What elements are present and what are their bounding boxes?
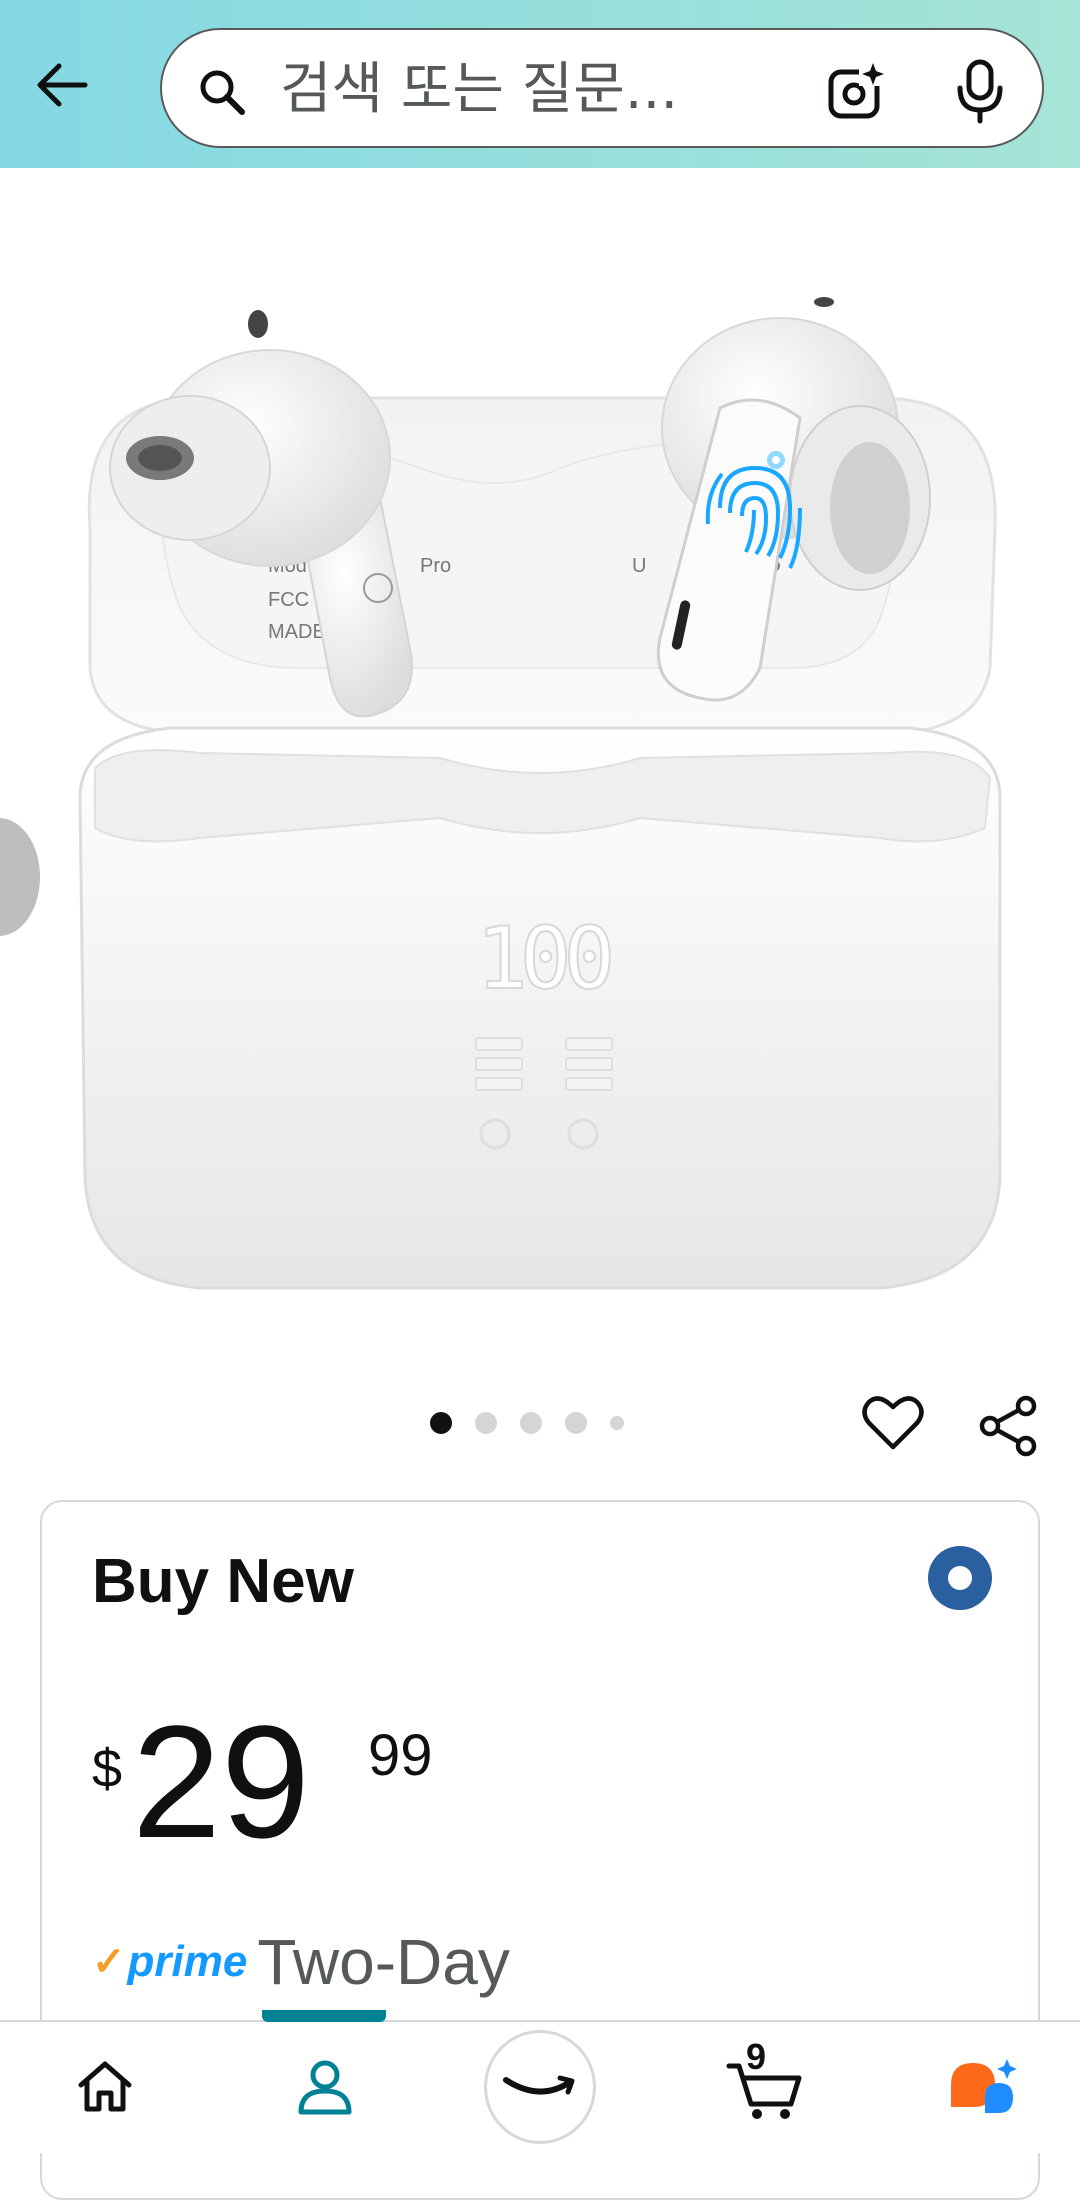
- search-bar[interactable]: [160, 28, 1044, 148]
- buy-new-title: Buy New: [92, 1547, 354, 1616]
- price-fraction: 99: [368, 1723, 433, 1788]
- camera-lens-icon[interactable]: [826, 60, 888, 122]
- delivery-speed: Two-Day: [257, 1926, 510, 1998]
- back-button[interactable]: [28, 50, 98, 120]
- buy-new-radio[interactable]: [928, 1546, 992, 1610]
- bottom-navigation: 9: [0, 2010, 1080, 2153]
- product-image[interactable]: ModPro FCC I MADE US 100: [0, 168, 1080, 1298]
- svg-text:FCC I: FCC I: [268, 589, 320, 611]
- svg-text:U: U: [632, 555, 646, 577]
- prime-delivery: ✓ prime Two-Day: [92, 1922, 510, 2002]
- nav-amazon[interactable]: [484, 2022, 596, 2152]
- svg-text:MADE: MADE: [268, 621, 326, 643]
- price-currency-symbol: $: [92, 1739, 123, 1799]
- user-icon: [298, 2060, 352, 2115]
- back-arrow-icon: [37, 63, 88, 107]
- carousel-dot[interactable]: [475, 1412, 497, 1434]
- nav-cart[interactable]: 9: [710, 2022, 820, 2152]
- prime-check-icon: ✓: [92, 1940, 126, 1984]
- amazon-smile-icon: [503, 2075, 575, 2095]
- prime-logo: prime: [127, 1937, 248, 1986]
- active-tab-indicator: [262, 2010, 386, 2022]
- rufus-assistant-icon: [951, 2059, 1017, 2113]
- nav-you[interactable]: [270, 2022, 380, 2152]
- search-input[interactable]: [278, 46, 902, 132]
- share-icon[interactable]: [978, 1394, 1040, 1458]
- carousel-dot[interactable]: [430, 1412, 452, 1434]
- amazon-smile-button: [484, 2030, 596, 2144]
- nav-home[interactable]: [55, 2022, 155, 2152]
- led-battery-number: 100: [476, 909, 611, 1009]
- microphone-icon[interactable]: [954, 58, 1006, 124]
- image-carousel-dots: [430, 1412, 647, 1434]
- earbuds-product-photo: ModPro FCC I MADE US 100: [78, 297, 1002, 1290]
- home-icon: [78, 2061, 132, 2112]
- carousel-dot[interactable]: [565, 1412, 587, 1434]
- cart-count-badge: 9: [746, 2036, 767, 2077]
- price-whole: 29: [132, 1692, 310, 1871]
- carousel-dot[interactable]: [520, 1412, 542, 1434]
- top-header: [0, 0, 1080, 168]
- nav-rufus[interactable]: [930, 2022, 1040, 2152]
- heart-icon[interactable]: [862, 1394, 924, 1452]
- svg-text:Pro: Pro: [420, 555, 451, 577]
- carousel-dot[interactable]: [610, 1416, 624, 1430]
- search-icon: [200, 70, 245, 115]
